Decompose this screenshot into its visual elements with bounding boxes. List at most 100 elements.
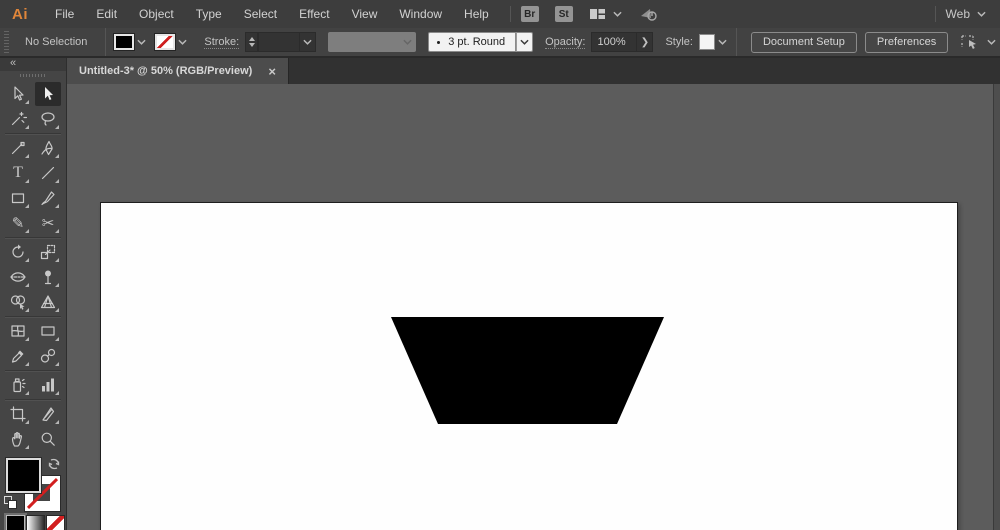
canvas-pasteboard[interactable] bbox=[67, 84, 1000, 530]
brush-dot-icon bbox=[437, 41, 440, 44]
artboard-tool-icon[interactable] bbox=[5, 402, 31, 426]
default-fill-stroke-icon[interactable] bbox=[4, 496, 18, 510]
opacity-label[interactable]: Opacity: bbox=[545, 36, 585, 49]
document-setup-button[interactable]: Document Setup bbox=[751, 32, 857, 53]
column-graph-tool-icon[interactable] bbox=[35, 373, 61, 397]
divider bbox=[105, 28, 106, 56]
chevron-down-icon bbox=[137, 39, 146, 45]
style-dropdown[interactable] bbox=[715, 32, 730, 52]
trapezoid-shape[interactable] bbox=[391, 317, 664, 424]
menu-effect[interactable]: Effect bbox=[288, 7, 340, 21]
divider bbox=[5, 399, 61, 401]
eyedropper-tool-icon[interactable] bbox=[5, 344, 31, 368]
selection-status: No Selection bbox=[25, 36, 87, 48]
chevron-down-icon bbox=[987, 39, 996, 45]
spinner-down-icon[interactable] bbox=[249, 43, 255, 47]
opacity-field[interactable]: 100% bbox=[591, 32, 637, 52]
type-tool-icon[interactable]: T bbox=[5, 161, 31, 185]
puppet-warp-tool-icon[interactable] bbox=[35, 265, 61, 289]
control-bar: No Selection Stroke: bbox=[0, 28, 1000, 58]
color-button[interactable] bbox=[6, 515, 25, 530]
divider bbox=[5, 316, 61, 318]
selection-tool-icon[interactable] bbox=[5, 82, 31, 106]
brush-definition-value: 3 pt. Round bbox=[448, 36, 505, 48]
arrange-documents-icon[interactable] bbox=[589, 7, 606, 21]
opacity-slider-button[interactable]: ❯ bbox=[637, 32, 653, 52]
scissors-tool-icon[interactable]: ✂ bbox=[35, 211, 61, 235]
scale-tool-icon[interactable] bbox=[35, 240, 61, 264]
gradient-button[interactable] bbox=[26, 515, 45, 530]
chevron-down-icon bbox=[718, 39, 727, 45]
stroke-color-dropdown[interactable] bbox=[175, 32, 190, 52]
magic-wand-tool-icon[interactable] bbox=[5, 107, 31, 131]
brush-definition-combo[interactable]: 3 pt. Round bbox=[428, 32, 533, 52]
divider bbox=[5, 370, 61, 372]
panel-collapse-button[interactable]: « bbox=[0, 58, 66, 71]
width-tool-icon[interactable] bbox=[5, 265, 31, 289]
menu-window[interactable]: Window bbox=[388, 7, 453, 21]
stroke-weight-field[interactable] bbox=[258, 32, 300, 52]
chevron-down-icon bbox=[403, 39, 412, 45]
select-similar-icon[interactable] bbox=[960, 34, 980, 50]
chevron-down-icon[interactable] bbox=[610, 4, 625, 24]
fill-stroke-indicator bbox=[0, 455, 66, 513]
menu-type[interactable]: Type bbox=[185, 7, 233, 21]
style-swatch[interactable] bbox=[699, 34, 715, 50]
rotate-tool-icon[interactable] bbox=[5, 240, 31, 264]
menu-file[interactable]: File bbox=[44, 7, 85, 21]
stock-button[interactable]: St bbox=[555, 6, 573, 22]
pen-tool-icon[interactable] bbox=[35, 136, 61, 160]
menu-view[interactable]: View bbox=[341, 7, 389, 21]
menu-select[interactable]: Select bbox=[233, 7, 288, 21]
stroke-weight-dropdown[interactable] bbox=[300, 32, 316, 52]
document-tab[interactable]: Untitled-3* @ 50% (RGB/Preview) × bbox=[67, 58, 289, 84]
swap-fill-stroke-icon[interactable] bbox=[47, 457, 61, 471]
menu-edit[interactable]: Edit bbox=[85, 7, 128, 21]
shape-builder-tool-icon[interactable] bbox=[5, 290, 31, 314]
gradient-tool-icon[interactable] bbox=[35, 319, 61, 343]
document-tab-strip: Untitled-3* @ 50% (RGB/Preview) × bbox=[0, 58, 1000, 84]
close-icon[interactable]: × bbox=[268, 65, 276, 78]
style-label: Style: bbox=[665, 36, 693, 48]
none-button[interactable] bbox=[46, 515, 65, 530]
lasso-tool-icon[interactable] bbox=[35, 107, 61, 131]
divider bbox=[736, 28, 737, 56]
variable-width-profile-dropdown bbox=[328, 32, 416, 52]
chevron-down-icon bbox=[178, 39, 187, 45]
fill-color-dropdown[interactable] bbox=[134, 32, 149, 52]
mesh-tool-icon[interactable] bbox=[5, 319, 31, 343]
preferences-button[interactable]: Preferences bbox=[865, 32, 948, 53]
menu-help[interactable]: Help bbox=[453, 7, 500, 21]
bridge-button[interactable]: Br bbox=[521, 6, 539, 22]
stroke-weight-label[interactable]: Stroke: bbox=[204, 36, 239, 49]
panel-grip[interactable] bbox=[4, 31, 9, 53]
share-screen-icon[interactable] bbox=[639, 6, 659, 22]
symbol-sprayer-tool-icon[interactable] bbox=[5, 373, 31, 397]
panel-drag-grip[interactable] bbox=[0, 71, 66, 80]
pencil-tool-icon[interactable]: ✎ bbox=[5, 211, 31, 235]
spinner-up-icon[interactable] bbox=[249, 37, 255, 41]
illustrator-window: Ai File Edit Object Type Select Effect V… bbox=[0, 0, 1000, 530]
slice-tool-icon[interactable] bbox=[35, 402, 61, 426]
zoom-tool-icon[interactable] bbox=[35, 427, 61, 451]
artwork-layer bbox=[67, 84, 1000, 530]
divider bbox=[5, 237, 61, 239]
workspace-switcher[interactable]: Web bbox=[946, 7, 986, 21]
paintbrush-tool-icon[interactable] bbox=[35, 186, 61, 210]
menu-object[interactable]: Object bbox=[128, 7, 185, 21]
stroke-weight-spinner[interactable] bbox=[245, 32, 258, 52]
chevron-down-icon bbox=[977, 11, 986, 17]
blend-tool-icon[interactable] bbox=[35, 344, 61, 368]
line-segment-tool-icon[interactable] bbox=[35, 161, 61, 185]
hand-tool-icon[interactable] bbox=[5, 427, 31, 451]
stroke-color-icon[interactable] bbox=[155, 34, 175, 50]
select-similar-dropdown[interactable] bbox=[984, 32, 999, 52]
direct-selection-tool-icon[interactable] bbox=[35, 82, 61, 106]
brush-definition-dropdown[interactable] bbox=[516, 32, 533, 52]
rectangle-tool-icon[interactable] bbox=[5, 186, 31, 210]
curvature-tool-icon[interactable] bbox=[5, 136, 31, 160]
fill-swatch[interactable] bbox=[6, 458, 41, 493]
chevron-down-icon bbox=[303, 39, 312, 45]
perspective-grid-tool-icon[interactable] bbox=[35, 290, 61, 314]
fill-color-icon[interactable] bbox=[114, 34, 134, 50]
